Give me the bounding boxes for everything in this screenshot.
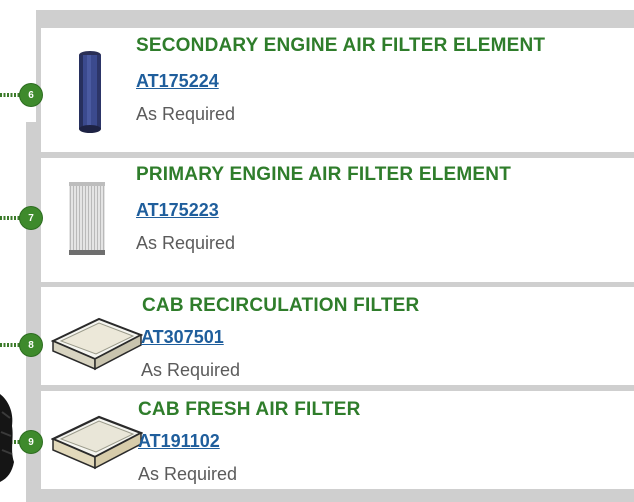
part-number-link[interactable]: AT191102	[138, 431, 220, 452]
filter-title: CAB RECIRCULATION FILTER	[142, 295, 420, 316]
service-interval: As Required	[141, 360, 241, 380]
part-number-link[interactable]: AT175223	[136, 200, 219, 221]
filter-card-secondary-air: SECONDARY ENGINE AIR FILTER ELEMENT AT17…	[41, 28, 634, 152]
filter-card-primary-air: PRIMARY ENGINE AIR FILTER ELEMENT AT1752…	[41, 158, 634, 282]
part-number-link[interactable]: AT175224	[136, 71, 219, 92]
filter-card-cab-recirculation: CAB RECIRCULATION FILTER AT307501 As Req…	[41, 287, 634, 385]
filter-title: PRIMARY ENGINE AIR FILTER ELEMENT	[136, 164, 512, 185]
secondary-air-filter-icon	[79, 51, 101, 133]
callout-number: 9	[20, 431, 42, 453]
machine-part-image	[0, 394, 14, 482]
cab-recirculation-filter-icon	[51, 317, 143, 371]
service-interval: As Required	[136, 104, 236, 124]
filter-card-cab-fresh-air: CAB FRESH AIR FILTER AT191102 As Require…	[41, 391, 634, 489]
callout-number: 6	[20, 84, 42, 106]
part-number-link[interactable]: AT307501	[141, 327, 224, 348]
filter-title: CAB FRESH AIR FILTER	[138, 399, 361, 420]
primary-air-filter-icon	[69, 182, 105, 255]
cab-fresh-air-filter-icon	[51, 415, 143, 470]
callout-number: 8	[20, 334, 42, 356]
filter-title: SECONDARY ENGINE AIR FILTER ELEMENT	[136, 35, 546, 56]
service-interval: As Required	[136, 233, 236, 253]
service-interval: As Required	[138, 464, 238, 484]
callout-number: 7	[20, 207, 42, 229]
